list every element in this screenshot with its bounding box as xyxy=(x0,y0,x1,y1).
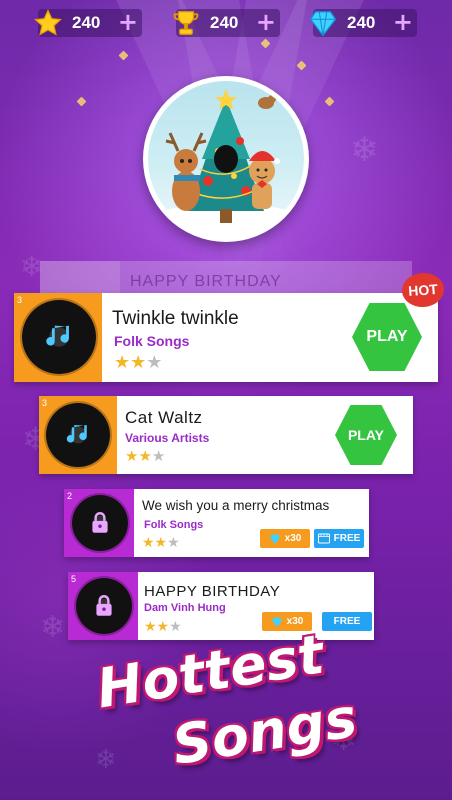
unlock-diamond-button[interactable]: x30 xyxy=(260,529,310,548)
trophy-icon xyxy=(168,5,204,41)
christmas-artwork xyxy=(148,81,304,237)
song-rank: 3 xyxy=(42,398,48,408)
diamond-icon xyxy=(305,5,341,41)
trophy-counter[interactable]: 240 + xyxy=(173,8,280,37)
star-icon xyxy=(30,5,66,41)
diamond-icon xyxy=(271,617,282,627)
song-artist: Folk Songs xyxy=(144,519,204,531)
song-thumb: 2 xyxy=(64,489,134,557)
song-rating: ★★★ xyxy=(144,619,182,635)
stars-value: 240 xyxy=(72,13,101,32)
featured-song-disc[interactable] xyxy=(143,76,309,242)
song-rank: 2 xyxy=(67,491,73,501)
song-rating: ★★★ xyxy=(142,535,180,551)
song-rating: ★★★ xyxy=(114,352,163,373)
video-icon xyxy=(317,533,330,544)
lock-icon xyxy=(72,495,128,551)
song-artist: Various Artists xyxy=(125,431,210,445)
music-note-icon xyxy=(46,403,110,467)
song-artist: Dam Vinh Hung xyxy=(144,602,226,614)
diamond-counter[interactable]: 240 + xyxy=(309,8,417,37)
stars-counter[interactable]: 240 + xyxy=(34,8,142,37)
song-card[interactable]: 3 Cat Waltz Various Artists ★★★ PLAY xyxy=(39,396,413,474)
unlock-free-button[interactable]: FREE xyxy=(322,612,372,631)
add-trophy-button[interactable]: + xyxy=(256,8,276,36)
trophy-value: 240 xyxy=(210,13,239,32)
song-thumb: 5 xyxy=(68,572,138,640)
unlock-free-button[interactable]: FREE xyxy=(314,529,364,548)
diamond-cost: x30 xyxy=(284,533,302,544)
song-rank: 3 xyxy=(17,295,23,305)
song-artist: Folk Songs xyxy=(114,333,190,349)
previous-song-title: HAPPY BIRTHDAY xyxy=(130,273,282,290)
diamond-value: 240 xyxy=(347,13,376,32)
song-thumb: 3 xyxy=(14,293,102,382)
song-card[interactable]: 5 HAPPY BIRTHDAY Dam Vinh Hung ★★★ x30 F… xyxy=(68,572,374,640)
song-card[interactable]: 2 We wish you a merry christmas Folk Son… xyxy=(64,489,369,557)
lock-icon xyxy=(76,578,132,634)
add-stars-button[interactable]: + xyxy=(118,8,138,36)
add-diamond-button[interactable]: + xyxy=(393,8,413,36)
snowflake-icon: ❄ xyxy=(95,745,117,775)
song-title: Twinkle twinkle xyxy=(112,308,239,329)
song-card[interactable]: 3 Twinkle twinkle Folk Songs ★★★ PLAY xyxy=(14,293,438,382)
snowflake-icon: ❄ xyxy=(40,610,66,645)
song-title: HAPPY BIRTHDAY xyxy=(144,583,281,600)
play-button[interactable]: PLAY xyxy=(352,303,422,371)
disc-center-hole xyxy=(214,145,238,173)
song-rank: 5 xyxy=(71,574,77,584)
song-title: Cat Waltz xyxy=(125,408,203,427)
free-label: FREE xyxy=(333,616,361,627)
song-title: We wish you a merry christmas xyxy=(142,498,330,513)
diamond-icon xyxy=(269,534,280,544)
song-rating: ★★★ xyxy=(125,447,166,465)
song-thumb: 3 xyxy=(39,396,117,474)
play-button[interactable]: PLAY xyxy=(335,405,397,465)
music-note-icon xyxy=(22,300,96,374)
snowflake-icon: ❄ xyxy=(350,130,379,170)
free-label: FREE xyxy=(333,533,361,544)
